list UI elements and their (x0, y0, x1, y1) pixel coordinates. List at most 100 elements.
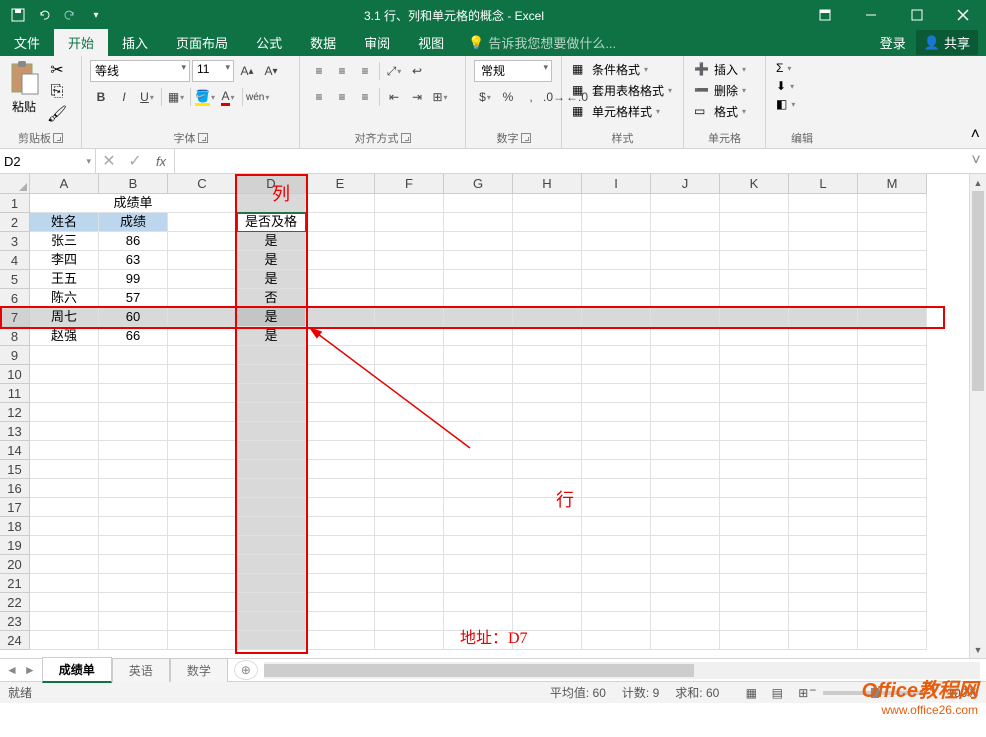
cell[interactable] (858, 403, 927, 422)
cell[interactable] (237, 384, 306, 403)
cell[interactable] (306, 403, 375, 422)
cell[interactable] (99, 422, 168, 441)
close-icon[interactable] (940, 0, 986, 30)
cell[interactable] (651, 270, 720, 289)
cell[interactable] (651, 498, 720, 517)
cell[interactable] (720, 270, 789, 289)
cell[interactable] (444, 308, 513, 327)
cell[interactable] (306, 213, 375, 232)
cell[interactable] (306, 631, 375, 650)
cell[interactable] (582, 612, 651, 631)
cell[interactable] (237, 574, 306, 593)
tell-me-search[interactable]: 💡 告诉我您想要做什么... (458, 29, 626, 56)
share-button[interactable]: 👤共享 (916, 30, 978, 55)
cell[interactable] (375, 536, 444, 555)
cell[interactable] (651, 479, 720, 498)
bold-button[interactable]: B (90, 86, 112, 108)
cells-area[interactable]: 成绩单姓名成绩是否及格张三86是李四63是王五99是陈六57否周七60是赵强66… (30, 194, 927, 650)
cell[interactable] (99, 479, 168, 498)
cell[interactable] (444, 384, 513, 403)
cell[interactable] (168, 517, 237, 536)
cell[interactable] (582, 365, 651, 384)
cell[interactable] (30, 365, 99, 384)
sheet-tab-1[interactable]: 英语 (112, 658, 170, 682)
cell[interactable] (651, 213, 720, 232)
cell[interactable] (237, 631, 306, 650)
accounting-format-button[interactable]: $ (474, 86, 496, 108)
col-header-M[interactable]: M (858, 174, 927, 194)
row-header-17[interactable]: 17 (0, 498, 30, 517)
enter-formula-icon[interactable]: ✓ (122, 151, 148, 171)
cell[interactable]: 是 (237, 308, 306, 327)
cell[interactable] (513, 327, 582, 346)
cell[interactable] (375, 384, 444, 403)
cell[interactable] (858, 289, 927, 308)
format-cells-button[interactable]: ▭格式 (692, 102, 757, 121)
col-header-I[interactable]: I (582, 174, 651, 194)
cell[interactable] (651, 327, 720, 346)
cell[interactable] (651, 593, 720, 612)
cell[interactable] (858, 479, 927, 498)
cell[interactable] (720, 346, 789, 365)
cell[interactable] (513, 422, 582, 441)
cell[interactable] (858, 346, 927, 365)
cell[interactable] (237, 612, 306, 631)
cell[interactable] (168, 251, 237, 270)
row-header-3[interactable]: 3 (0, 232, 30, 251)
copy-button[interactable]: ⎘ (46, 82, 68, 102)
cell[interactable] (858, 232, 927, 251)
cell[interactable]: 成绩 (99, 213, 168, 232)
cell[interactable] (30, 517, 99, 536)
row-header-13[interactable]: 13 (0, 422, 30, 441)
minimize-icon[interactable] (848, 0, 894, 30)
cell[interactable] (30, 536, 99, 555)
insert-cells-button[interactable]: ➕插入 (692, 60, 757, 79)
cell[interactable] (720, 289, 789, 308)
scroll-down-icon[interactable]: ▼ (970, 641, 986, 658)
cell[interactable] (168, 460, 237, 479)
spreadsheet-grid[interactable]: ABCDEFGHIJKLM 12345678910111213141516171… (0, 174, 986, 658)
clear-button[interactable]: ◧ (774, 96, 830, 112)
cell[interactable]: 86 (99, 232, 168, 251)
cell[interactable] (789, 593, 858, 612)
cell[interactable] (582, 346, 651, 365)
cell[interactable] (30, 593, 99, 612)
cell[interactable] (306, 270, 375, 289)
cell[interactable] (513, 194, 582, 213)
cell[interactable] (858, 498, 927, 517)
row-header-19[interactable]: 19 (0, 536, 30, 555)
cell[interactable] (789, 422, 858, 441)
cell[interactable] (237, 536, 306, 555)
cell[interactable] (582, 593, 651, 612)
cell[interactable] (237, 498, 306, 517)
align-right-button[interactable]: ≡ (354, 86, 376, 108)
cell[interactable] (444, 574, 513, 593)
cell[interactable] (168, 631, 237, 650)
cell[interactable] (306, 251, 375, 270)
cell[interactable] (513, 365, 582, 384)
cell[interactable] (789, 232, 858, 251)
cell[interactable] (99, 384, 168, 403)
expand-formula-bar-icon[interactable]: ˅ (966, 149, 986, 173)
italic-button[interactable]: I (113, 86, 135, 108)
cell[interactable] (444, 460, 513, 479)
maximize-icon[interactable] (894, 0, 940, 30)
align-middle-button[interactable]: ≡ (331, 60, 353, 82)
cell[interactable] (582, 555, 651, 574)
cell[interactable] (375, 308, 444, 327)
cell[interactable]: 66 (99, 327, 168, 346)
cell[interactable] (375, 479, 444, 498)
cut-button[interactable]: ✂ (46, 60, 68, 80)
cell[interactable]: 张三 (30, 232, 99, 251)
cell[interactable] (168, 422, 237, 441)
conditional-format-button[interactable]: ▦条件格式 (570, 60, 675, 79)
cell[interactable] (306, 460, 375, 479)
cell[interactable] (375, 270, 444, 289)
cell[interactable] (513, 593, 582, 612)
align-bottom-button[interactable]: ≡ (354, 60, 376, 82)
cell[interactable]: 陈六 (30, 289, 99, 308)
cell[interactable]: 60 (99, 308, 168, 327)
cell[interactable] (858, 270, 927, 289)
autosum-button[interactable]: Σ (774, 60, 830, 76)
cell[interactable] (444, 536, 513, 555)
